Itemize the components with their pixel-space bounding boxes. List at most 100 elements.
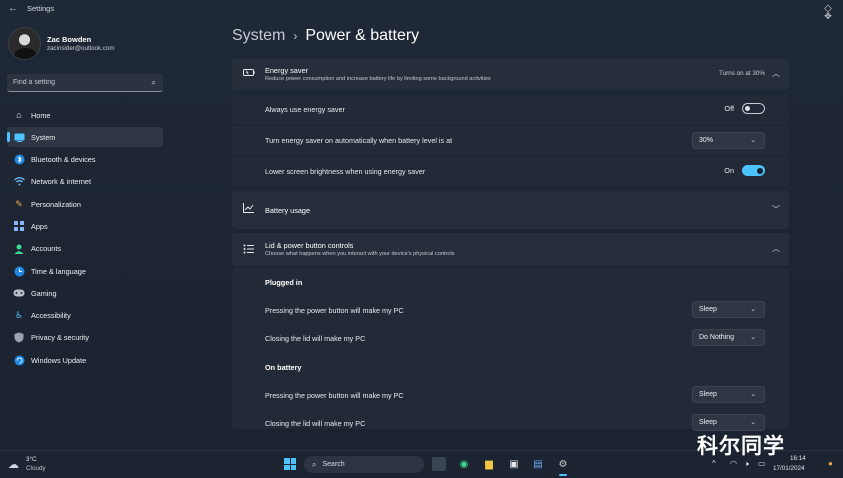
clock-time[interactable]: 16:14 (790, 455, 806, 462)
weather-condition: Cloudy (26, 465, 46, 472)
sidebar-item-label: Network & internet (31, 177, 92, 187)
battery-power-button-label: Pressing the power button will make my P… (265, 391, 404, 400)
settings-icon[interactable]: ⚙ (556, 457, 570, 476)
battery-usage-title: Battery usage (265, 206, 311, 215)
always-energy-saver-toggle[interactable] (742, 103, 765, 114)
sidebar-item-label: Gaming (31, 288, 57, 298)
battery-icon[interactable]: ▭ (758, 459, 766, 468)
sidebar-item-privacy[interactable]: Privacy & security (7, 328, 163, 348)
always-energy-saver-label: Always use energy saver (265, 105, 345, 114)
plugged-power-button-dropdown[interactable]: Sleep ⌄ (692, 301, 765, 318)
search-icon[interactable]: ⌕ (152, 78, 156, 88)
chevron-down-icon[interactable]: ﹀ (772, 204, 780, 215)
user-email: zacinsider@outlook.com (47, 45, 115, 52)
dropdown-value: Sleep (699, 391, 717, 398)
sidebar-item-time-language[interactable]: Time & language (7, 261, 163, 281)
dropdown-value: Sleep (699, 306, 717, 313)
taskbar-search[interactable]: ⌕ Search (304, 456, 424, 473)
app-title: Settings (27, 4, 55, 13)
sidebar-item-apps[interactable]: Apps (7, 216, 163, 236)
lower-brightness-label: Lower screen brightness when using energ… (265, 167, 426, 176)
list-icon (243, 244, 254, 256)
teams-icon[interactable]: ▤ (531, 457, 545, 471)
sidebar-item-personalization[interactable]: ✎ Personalization (7, 194, 163, 214)
energy-saver-icon (243, 68, 255, 78)
accessibility-icon: ♿ (14, 310, 24, 321)
chevron-up-icon[interactable]: ^ (712, 459, 716, 468)
user-name: Zac Bowden (47, 35, 92, 44)
notification-icon[interactable]: ● (828, 459, 833, 468)
clock-date[interactable]: 17/01/2024 (773, 465, 805, 472)
sidebar-item-label: Bluetooth & devices (31, 155, 96, 165)
taskbar-search-label: Search (322, 461, 345, 468)
battery-level-dropdown[interactable]: 30% ⌄ (692, 132, 765, 149)
cloud-icon[interactable]: ☁ (8, 458, 19, 471)
battery-usage-card[interactable]: Battery usage ﹀ (232, 191, 789, 229)
chevron-right-icon: › (293, 29, 298, 43)
sidebar-item-label: Accessibility (31, 311, 71, 321)
energy-saver-title: Energy saver (265, 66, 308, 75)
wifi-icon[interactable]: ◠ (730, 459, 737, 468)
sidebar-item-home[interactable]: ⌂ Home (7, 105, 163, 125)
lid-power-card[interactable]: Lid & power button controls Choose what … (232, 233, 789, 266)
battery-lid-dropdown[interactable]: Sleep ⌄ (692, 414, 765, 431)
watermark-text: 科尔同学 (697, 434, 785, 458)
apps-icon (13, 220, 25, 232)
avatar[interactable] (8, 27, 41, 60)
move-icon[interactable]: ✥ (817, 8, 839, 24)
plugged-in-heading: Plugged in (265, 278, 303, 287)
sidebar-item-label: Accounts (31, 244, 62, 254)
always-energy-saver-toggle-wrap: Off (724, 103, 765, 114)
on-battery-heading: On battery (265, 363, 302, 372)
chevron-up-icon[interactable]: ︿ (772, 243, 780, 254)
sidebar-item-gaming[interactable]: Gaming (7, 283, 163, 303)
search-box[interactable]: ⌕ (7, 74, 163, 92)
toggle-state-label: On (724, 166, 734, 175)
file-explorer-icon[interactable]: ▆ (482, 457, 496, 471)
home-icon: ⌂ (16, 110, 22, 120)
sidebar-item-windows-update[interactable]: Windows Update (7, 350, 163, 370)
plugged-lid-dropdown[interactable]: Do Nothing ⌄ (692, 329, 765, 346)
volume-icon[interactable]: 🕨 (744, 459, 749, 469)
breadcrumb-parent[interactable]: System (232, 27, 285, 45)
battery-lid-label: Closing the lid will make my PC (265, 419, 366, 428)
always-energy-saver-row: Always use energy saver Off (232, 95, 789, 124)
globe-clock-icon (13, 265, 25, 277)
sidebar-item-label: Home (31, 110, 51, 120)
page-title: Power & battery (305, 27, 420, 44)
sidebar-item-label: System (31, 132, 56, 142)
search-input[interactable] (13, 79, 143, 86)
lower-brightness-row: Lower screen brightness when using energ… (232, 157, 789, 186)
settings-window: ← Settings ◇ ✥ Zac Bowden zacinsider@out… (0, 0, 843, 450)
sidebar-item-label: Privacy & security (31, 333, 89, 343)
title-bar: ← Settings (0, 0, 843, 18)
sidebar-item-bluetooth[interactable]: Bluetooth & devices (7, 150, 163, 170)
chevron-down-icon: ⌄ (750, 137, 756, 144)
edge-icon[interactable]: ◉ (457, 457, 471, 471)
toggle-state-label: Off (724, 104, 734, 113)
sidebar-nav: ⌂ Home System Bluetooth & devices Networ… (7, 105, 163, 373)
lid-power-description: Choose what happens when you interact wi… (265, 251, 455, 257)
chevron-down-icon: ⌄ (750, 391, 756, 398)
dropdown-value: Do Nothing (699, 334, 735, 341)
sidebar-item-network[interactable]: Network & internet (7, 172, 163, 192)
battery-power-button-dropdown[interactable]: Sleep ⌄ (692, 386, 765, 403)
lower-brightness-toggle-wrap: On (724, 165, 765, 176)
chevron-up-icon[interactable]: ︿ (772, 68, 780, 79)
sidebar-item-label: Personalization (31, 199, 81, 209)
sidebar-item-accessibility[interactable]: ♿ Accessibility (7, 306, 163, 326)
store-icon[interactable]: ▣ (507, 457, 521, 471)
energy-saver-card[interactable]: Energy saver Reduce power consumption an… (232, 58, 789, 90)
shield-icon (13, 332, 25, 344)
back-arrow-icon[interactable]: ← (8, 3, 18, 14)
task-view-icon[interactable] (432, 457, 446, 471)
sidebar-item-accounts[interactable]: Accounts (7, 239, 163, 259)
auto-energy-saver-row: Turn energy saver on automatically when … (232, 126, 789, 155)
lower-brightness-toggle[interactable] (742, 165, 765, 176)
system-icon (13, 131, 25, 143)
chevron-down-icon: ⌄ (750, 334, 756, 341)
lid-power-settings: Plugged in Pressing the power button wil… (232, 268, 789, 431)
sidebar-item-label: Windows Update (31, 355, 87, 365)
sidebar-item-system[interactable]: System (7, 127, 163, 148)
windows-start-icon[interactable] (284, 458, 296, 470)
